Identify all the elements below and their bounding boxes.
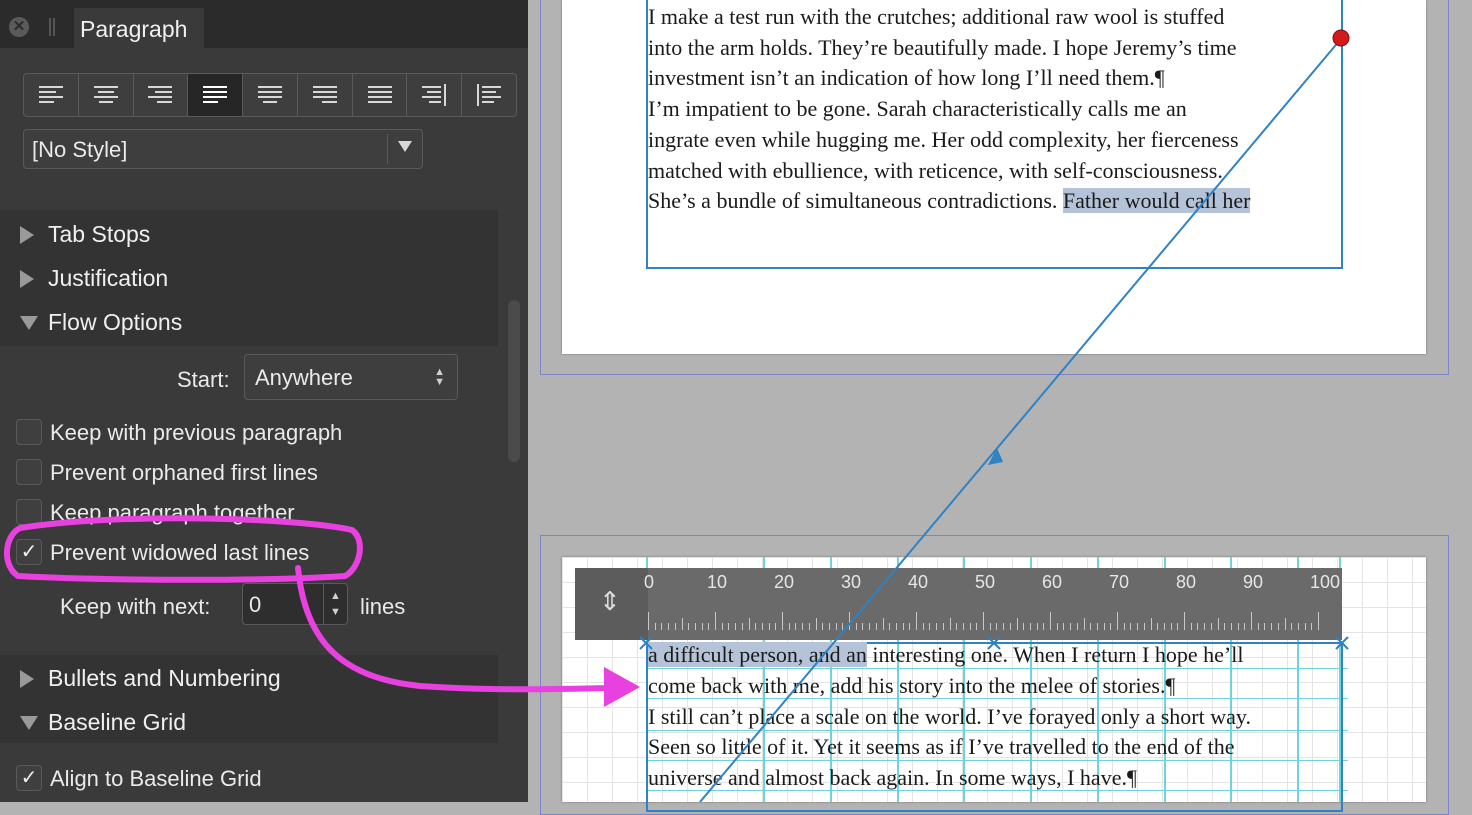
frame-handles[interactable] — [639, 636, 1349, 650]
overlay-layer — [3, 29, 1350, 802]
annotation-circle — [3, 515, 363, 583]
annotation-arrowhead-icon — [604, 667, 640, 707]
text-flow-link — [699, 39, 1341, 802]
annotation-arrow-line — [295, 565, 613, 693]
overflow-handle-icon[interactable] — [1332, 29, 1350, 47]
flow-link-line — [699, 39, 1341, 802]
annotation-highlight — [3, 515, 640, 707]
